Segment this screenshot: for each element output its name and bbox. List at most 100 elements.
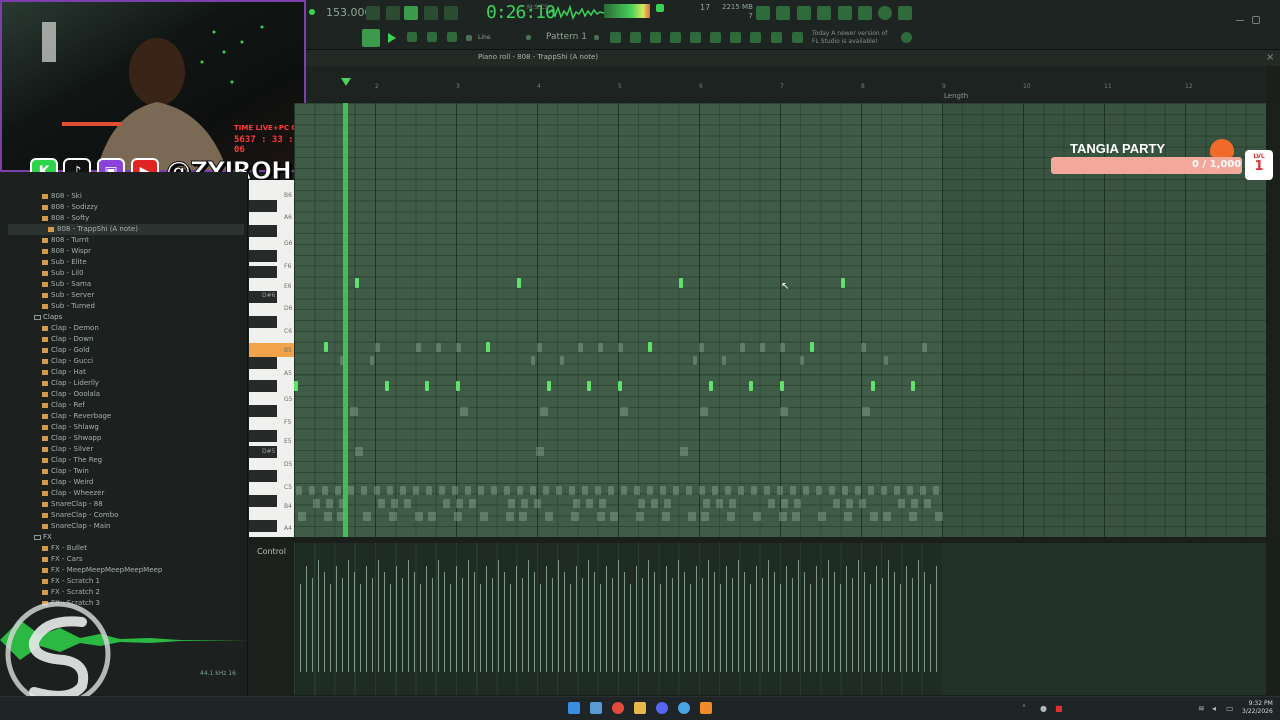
- fl-studio-icon[interactable]: [700, 702, 712, 714]
- velocity-bar[interactable]: [546, 566, 547, 672]
- velocity-bar[interactable]: [372, 578, 373, 672]
- timeline-ruler[interactable]: [306, 66, 1266, 102]
- velocity-bar[interactable]: [810, 584, 811, 672]
- velocity-bar[interactable]: [756, 566, 757, 672]
- velocity-bar[interactable]: [930, 584, 931, 672]
- velocity-bar[interactable]: [876, 566, 877, 672]
- velocity-bar[interactable]: [336, 566, 337, 672]
- pattern-add-icon[interactable]: [594, 35, 599, 40]
- note[interactable]: [618, 381, 622, 391]
- velocity-bar[interactable]: [642, 578, 643, 672]
- browser-item[interactable]: Clap - Shwapp: [42, 433, 101, 444]
- velocity-bar[interactable]: [384, 572, 385, 672]
- plugin-icon[interactable]: [858, 6, 872, 20]
- velocity-bar[interactable]: [750, 584, 751, 672]
- browser-item[interactable]: Clap - Twin: [42, 466, 89, 477]
- velocity-bar[interactable]: [630, 584, 631, 672]
- note[interactable]: [355, 278, 359, 288]
- script-icon[interactable]: [771, 32, 782, 43]
- chrome-profile-icon[interactable]: [678, 702, 690, 714]
- piano-roll-titlebar[interactable]: [306, 50, 1280, 66]
- cut-icon[interactable]: [776, 6, 790, 20]
- velocity-bar[interactable]: [738, 560, 739, 672]
- browser-item[interactable]: Clap - Ref: [42, 400, 85, 411]
- velocity-bar[interactable]: [846, 566, 847, 672]
- browser-item[interactable]: FX - MeepMeepMeepMeepMeep: [42, 565, 162, 576]
- windows-start-icon[interactable]: [568, 702, 580, 714]
- velocity-bar[interactable]: [732, 578, 733, 672]
- velocity-bar[interactable]: [882, 578, 883, 672]
- velocity-bar[interactable]: [774, 572, 775, 672]
- black-key[interactable]: [249, 495, 277, 507]
- velocity-bar[interactable]: [744, 572, 745, 672]
- browser-item[interactable]: Clap - Ooolala: [42, 389, 100, 400]
- tray-battery-icon[interactable]: ▭: [1226, 704, 1234, 713]
- velocity-bar[interactable]: [696, 566, 697, 672]
- save-icon[interactable]: [838, 6, 852, 20]
- export-icon[interactable]: [898, 6, 912, 20]
- browser-item[interactable]: Clap - Liderlly: [42, 378, 99, 389]
- velocity-bar[interactable]: [678, 560, 679, 672]
- playlist-icon[interactable]: [610, 32, 621, 43]
- velocity-bar[interactable]: [822, 578, 823, 672]
- velocity-bar[interactable]: [624, 572, 625, 672]
- velocity-bar[interactable]: [504, 572, 505, 672]
- note[interactable]: [749, 381, 753, 391]
- velocity-bar[interactable]: [816, 566, 817, 672]
- velocity-bar[interactable]: [798, 560, 799, 672]
- tempo-display[interactable]: 153.000: [326, 6, 372, 19]
- black-key[interactable]: [249, 225, 277, 237]
- velocity-bar[interactable]: [594, 572, 595, 672]
- velocity-bar[interactable]: [870, 584, 871, 672]
- browser-item[interactable]: SnareClap - 88: [42, 499, 103, 510]
- velocity-bar[interactable]: [888, 560, 889, 672]
- mixer-icon[interactable]: [670, 32, 681, 43]
- velocity-bar[interactable]: [306, 566, 307, 672]
- velocity-bar[interactable]: [354, 572, 355, 672]
- plugin-database-icon[interactable]: [710, 32, 721, 43]
- velocity-bar[interactable]: [366, 566, 367, 672]
- snap-selector[interactable]: Line: [478, 34, 491, 41]
- browser-item[interactable]: 808 - Ski: [42, 191, 82, 202]
- undo-icon[interactable]: [756, 6, 770, 20]
- note[interactable]: [425, 381, 429, 391]
- note[interactable]: [709, 381, 713, 391]
- info-icon[interactable]: [878, 6, 892, 20]
- velocity-bar[interactable]: [636, 566, 637, 672]
- velocity-bar[interactable]: [468, 560, 469, 672]
- browser-item[interactable]: FX - Scratch 2: [42, 587, 100, 598]
- step-edit-icon[interactable]: [444, 6, 458, 20]
- velocity-bar[interactable]: [474, 572, 475, 672]
- velocity-bar[interactable]: [672, 578, 673, 672]
- velocity-bar[interactable]: [918, 560, 919, 672]
- tray-volume-icon[interactable]: ◂: [1212, 704, 1216, 713]
- velocity-bar[interactable]: [564, 572, 565, 672]
- velocity-bar[interactable]: [318, 560, 319, 672]
- browser-item[interactable]: FX - Cars: [42, 554, 83, 565]
- velocity-bar[interactable]: [396, 566, 397, 672]
- velocity-bar[interactable]: [894, 572, 895, 672]
- browser-item[interactable]: 808 - TrappShi (A note): [48, 224, 138, 235]
- play-icon[interactable]: [388, 33, 396, 43]
- minimize-icon[interactable]: [1236, 20, 1244, 21]
- playhead-marker-icon[interactable]: [341, 78, 351, 86]
- black-key[interactable]: [249, 380, 277, 392]
- velocity-bar[interactable]: [702, 578, 703, 672]
- chrome-icon[interactable]: [612, 702, 624, 714]
- browser-icon[interactable]: [690, 32, 701, 43]
- velocity-bar[interactable]: [516, 566, 517, 672]
- browser-item[interactable]: Clap - Weird: [42, 477, 94, 488]
- velocity-bar[interactable]: [654, 572, 655, 672]
- note[interactable]: [324, 342, 328, 352]
- browser-item[interactable]: 808 - Turnt: [42, 235, 89, 246]
- pattern-mode-icon[interactable]: [362, 29, 380, 47]
- velocity-bar[interactable]: [852, 578, 853, 672]
- velocity-bar[interactable]: [486, 566, 487, 672]
- learn-icon[interactable]: [750, 32, 761, 43]
- close-icon[interactable]: ×: [1266, 52, 1274, 63]
- note[interactable]: [648, 342, 652, 352]
- velocity-bar[interactable]: [534, 572, 535, 672]
- help-icon[interactable]: [817, 6, 831, 20]
- velocity-bar[interactable]: [936, 566, 937, 672]
- browser-item[interactable]: FX - Scratch 1: [42, 576, 100, 587]
